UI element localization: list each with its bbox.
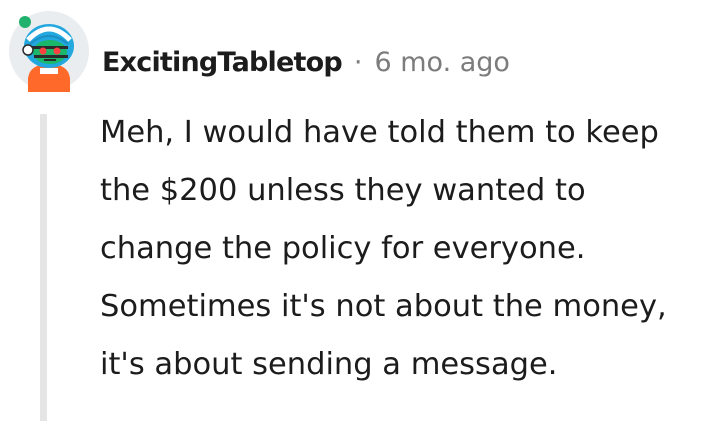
comment-meta: ExcitingTabletop · 6 mo. ago xyxy=(102,42,510,82)
comment-author[interactable]: ExcitingTabletop xyxy=(102,47,343,78)
comment-timestamp[interactable]: 6 mo. ago xyxy=(374,47,509,78)
comment-body: Meh, I would have told them to keep the … xyxy=(100,115,667,382)
snoo-avatar-icon[interactable] xyxy=(8,10,90,92)
comment: ExcitingTabletop · 6 mo. ago Meh, I woul… xyxy=(0,0,701,421)
thread-collapse-line[interactable] xyxy=(40,114,47,421)
meta-separator: · xyxy=(353,46,363,78)
